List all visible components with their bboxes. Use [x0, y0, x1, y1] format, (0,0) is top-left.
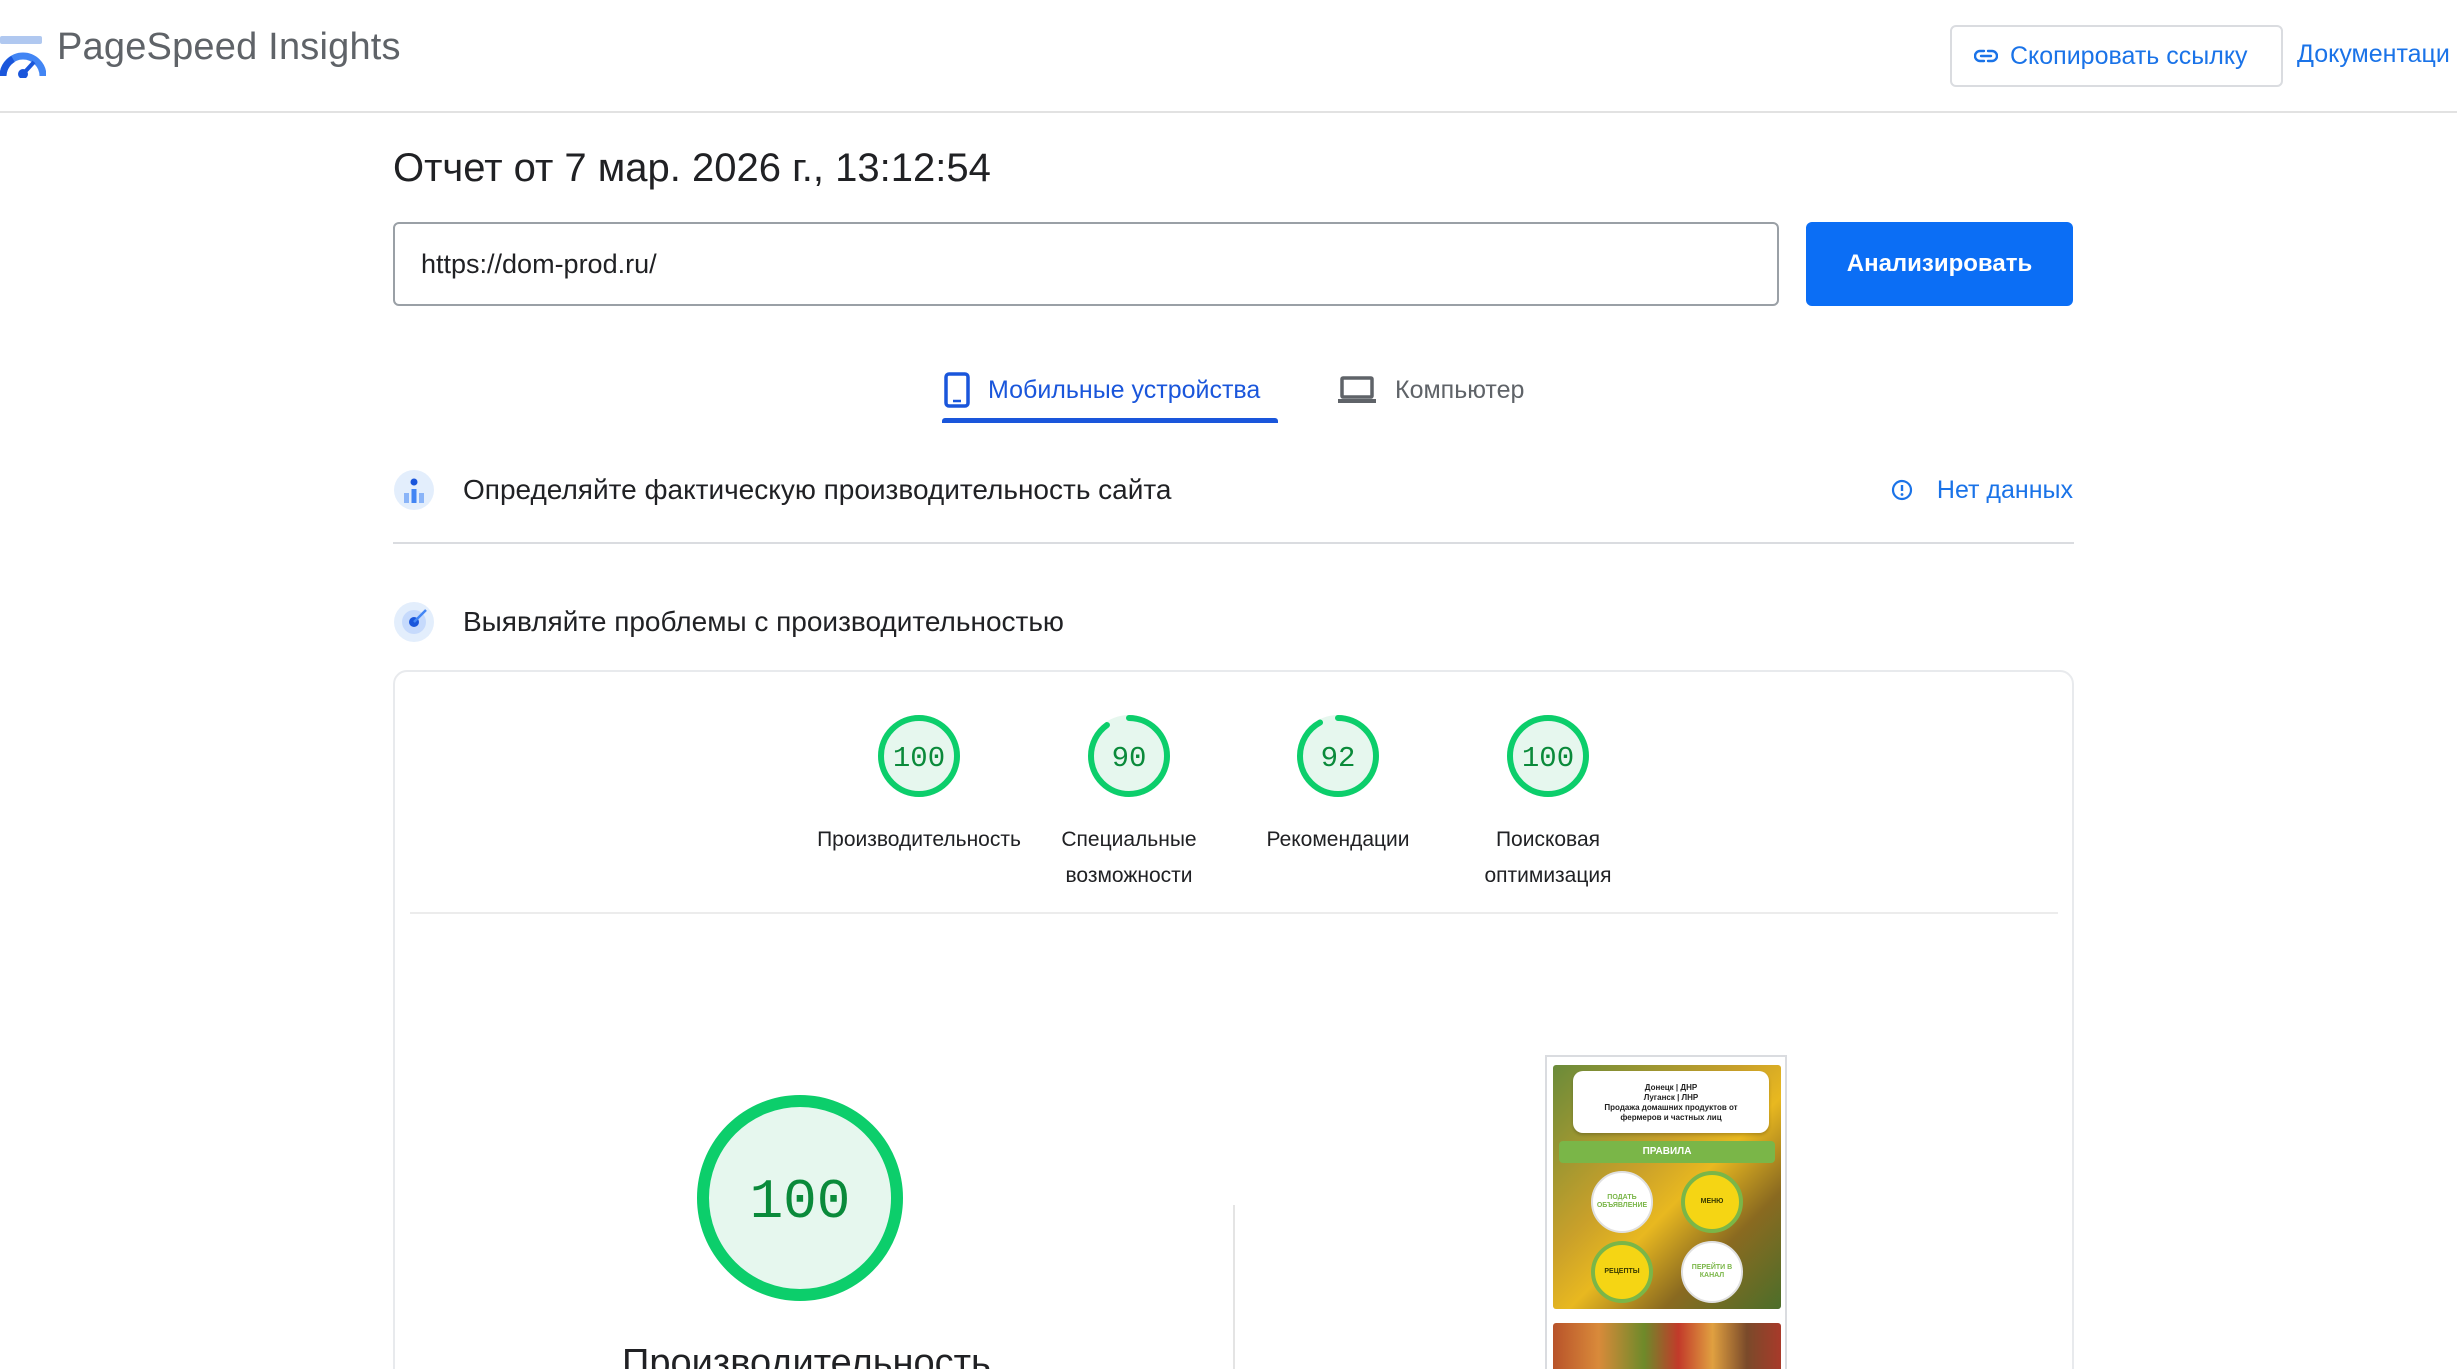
main-score-gauge: 100 — [697, 1095, 903, 1301]
score-value: 100 — [893, 742, 945, 775]
tab-desktop-label: Компьютер — [1395, 375, 1525, 404]
score-label: Поисковая оптимизация — [1484, 828, 1612, 887]
no-data-link[interactable]: Нет данных — [1891, 476, 2073, 505]
preview-header-card: Донецк | ДНР Луганск | ЛНР Продажа домаш… — [1573, 1071, 1769, 1133]
score-gauge: 100 — [1507, 715, 1589, 797]
active-tab-indicator — [942, 418, 1278, 423]
copy-link-label: Скопировать ссылку — [2010, 41, 2248, 70]
no-data-label: Нет данных — [1936, 475, 2073, 504]
smartphone-icon — [944, 372, 970, 408]
preview-card-line: Луганск | ЛНР — [1643, 1093, 1699, 1102]
preview-recipes-button: РЕЦЕПТЫ — [1591, 1241, 1653, 1303]
score-seo[interactable]: 100 Поисковая оптимизация — [1433, 712, 1663, 894]
lab-data-icon — [394, 602, 434, 642]
card-divider — [410, 912, 2058, 914]
field-data-title: Определяйте фактическую производительнос… — [463, 474, 1172, 505]
lab-data-section: Выявляйте проблемы с производительностью — [393, 597, 2073, 647]
page-screenshot-preview: Донецк | ДНР Луганск | ЛНР Продажа домаш… — [1545, 1055, 1787, 1369]
score-gauge: 100 — [878, 715, 960, 797]
score-label: Производительность — [817, 828, 1021, 851]
preview-food-image — [1553, 1323, 1781, 1369]
copy-link-button[interactable]: Скопировать ссылку — [1950, 25, 2283, 87]
preview-card-line: Продажа домашних продуктов от — [1604, 1103, 1738, 1112]
score-label: Рекомендации — [1266, 828, 1410, 851]
score-best-practices[interactable]: 92 Рекомендации — [1223, 712, 1453, 858]
preview-card-line: Донецк | ДНР — [1644, 1083, 1698, 1092]
score-accessibility[interactable]: 90 Специальные возможности — [1014, 712, 1244, 894]
analyze-button[interactable]: Анализировать — [1806, 222, 2073, 306]
section-divider — [393, 542, 2074, 544]
main-score-value: 100 — [750, 1170, 851, 1234]
laptop-icon — [1338, 376, 1376, 403]
report-title: Отчет от 7 мар. 2026 г., 13:12:54 — [393, 146, 991, 190]
score-value: 100 — [1522, 742, 1574, 775]
preview-hero: Донецк | ДНР Луганск | ЛНР Продажа домаш… — [1553, 1065, 1781, 1309]
score-value: 92 — [1321, 742, 1356, 775]
link-icon — [1974, 49, 1998, 63]
documentation-link[interactable]: Документаци — [2297, 40, 2450, 69]
tab-mobile[interactable]: Мобильные устройства — [944, 360, 1260, 420]
preview-menu-button: МЕНЮ — [1681, 1171, 1743, 1233]
main-score-label: Производительность — [622, 1342, 991, 1369]
score-performance[interactable]: 100 Производительность — [804, 712, 1034, 858]
score-label: Специальные возможности — [1061, 828, 1197, 887]
field-data-section: Определяйте фактическую производительнос… — [393, 465, 2073, 515]
tab-desktop[interactable]: Компьютер — [1337, 360, 1524, 420]
field-data-icon — [394, 470, 434, 510]
tab-mobile-label: Мобильные устройства — [988, 375, 1261, 404]
preview-submit-ad-button: ПОДАТЬ ОБЪЯВЛЕНИЕ — [1591, 1171, 1653, 1233]
url-input[interactable] — [393, 222, 1779, 306]
preview-card-line: фермеров и частных лиц — [1620, 1113, 1722, 1122]
score-gauge: 92 — [1297, 715, 1379, 797]
lab-data-title: Выявляйте проблемы с производительностью — [463, 606, 1064, 637]
preview-rules-button: ПРАВИЛА — [1559, 1141, 1775, 1163]
score-value: 90 — [1112, 742, 1147, 775]
vertical-divider — [1233, 1205, 1235, 1369]
app-title: PageSpeed Insights — [57, 26, 401, 68]
app-header: PageSpeed Insights Скопировать ссылку До… — [0, 0, 2457, 113]
info-icon — [1891, 479, 1912, 501]
score-gauge: 90 — [1088, 715, 1170, 797]
preview-channel-button: ПЕРЕЙТИ В КАНАЛ — [1681, 1241, 1743, 1303]
pagespeed-logo-icon — [0, 36, 46, 78]
